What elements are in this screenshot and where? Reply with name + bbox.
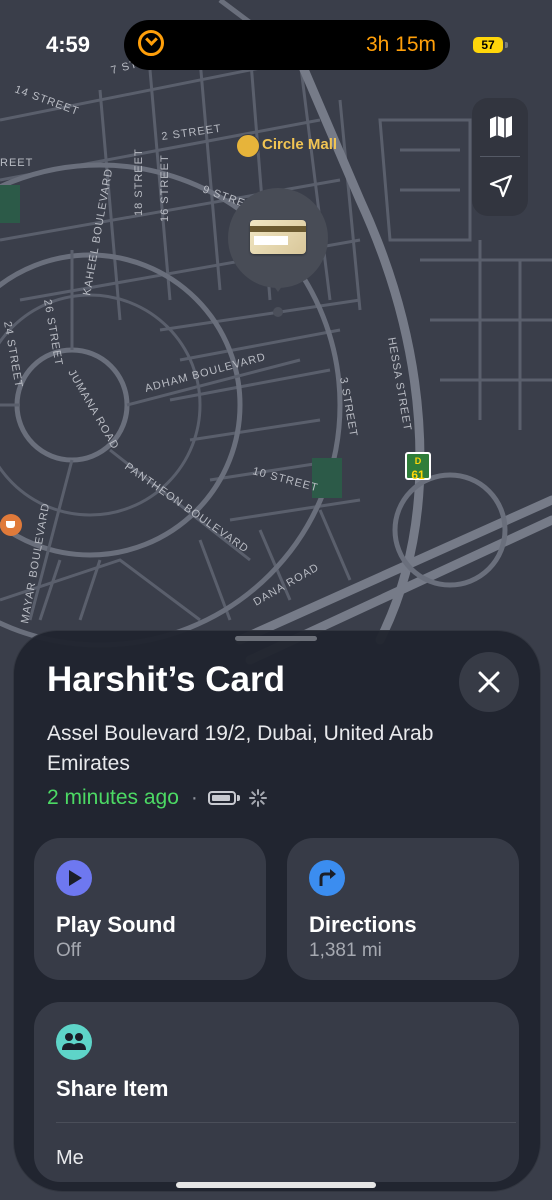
item-address: Assel Boulevard 19/2, Dubai, United Arab… — [47, 722, 434, 775]
cafe-icon[interactable] — [0, 514, 22, 536]
battery-icon — [207, 791, 240, 805]
poi-label: Circle Mall — [262, 136, 338, 153]
location-arrow-icon — [489, 174, 513, 198]
road-shield: D 61 — [405, 452, 431, 482]
pin-location-dot — [273, 307, 283, 317]
share-item-label: Share Item — [56, 1076, 169, 1101]
directions-distance: 1,381 mi — [309, 940, 382, 961]
play-sound-status: Off — [56, 940, 81, 961]
last-seen-time: 2 minutes ago — [47, 786, 179, 809]
street-label: REET — [0, 157, 33, 169]
close-icon — [478, 671, 500, 693]
share-owner[interactable]: Me — [56, 1147, 84, 1170]
item-detail-sheet: Play Sound Off Directions 1,381 mi Share… — [13, 630, 541, 1192]
share-divider — [56, 1122, 516, 1123]
status-bar: 4:59 3h 15m 57 — [0, 0, 552, 90]
directions-arrow-icon — [309, 860, 345, 896]
play-sound-button[interactable]: Play Sound Off — [34, 838, 266, 980]
play-sound-label: Play Sound — [56, 912, 176, 937]
close-button[interactable] — [459, 652, 519, 712]
shopping-bag-icon — [236, 134, 260, 158]
item-title: Harshit’s Card — [47, 660, 285, 699]
battery-tip — [505, 42, 508, 48]
battery-level: 57 — [473, 37, 503, 53]
dynamic-island[interactable]: 3h 15m — [124, 20, 450, 70]
directions-label: Directions — [309, 912, 417, 937]
map-controls — [472, 98, 528, 216]
item-meta: 2 minutes ago · — [47, 784, 268, 812]
card-icon — [250, 220, 306, 254]
timer-icon — [138, 30, 164, 56]
people-icon — [56, 1024, 92, 1060]
meta-separator: · — [190, 786, 198, 809]
road-shield-letter: D — [414, 456, 422, 466]
play-icon — [56, 860, 92, 896]
road-shield-number: 61 — [411, 468, 425, 482]
loading-spinner-icon — [248, 789, 267, 807]
map-icon — [490, 116, 512, 138]
street-label: 18 STREET — [133, 148, 145, 216]
home-indicator[interactable] — [176, 1182, 376, 1188]
status-time: 4:59 — [46, 32, 91, 57]
track-location-button[interactable] — [472, 157, 528, 215]
timer-text: 3h 15m — [365, 33, 436, 56]
directions-button[interactable]: Directions 1,381 mi — [287, 838, 519, 980]
share-item-section[interactable]: Share Item Me — [34, 1002, 519, 1182]
map-mode-button[interactable] — [472, 98, 528, 156]
street-label: 16 STREET — [159, 154, 171, 222]
sheet-grabber[interactable] — [235, 636, 317, 641]
item-pin[interactable] — [228, 188, 328, 288]
